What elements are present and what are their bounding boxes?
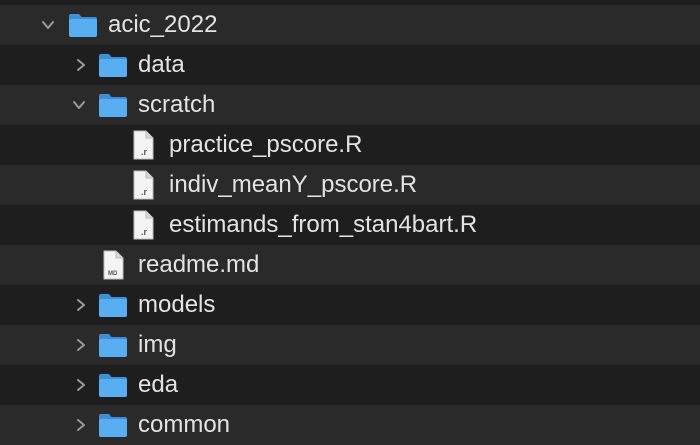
tree-row-label: common [138, 411, 231, 438]
file-icon-text: .r [141, 187, 148, 197]
file-icon-text: .r [141, 227, 148, 237]
tree-row-label: readme.md [138, 251, 260, 278]
tree-row-label: img [138, 331, 177, 358]
tree-row-img[interactable]: img [0, 325, 700, 365]
folder-icon [98, 331, 128, 359]
tree-row-label: data [138, 51, 185, 78]
file-icon-text: MD [108, 271, 118, 277]
tree-row-label: scratch [138, 91, 216, 118]
folder-icon [98, 371, 128, 399]
chevron-right-icon[interactable] [73, 377, 89, 393]
folder-icon [98, 411, 128, 439]
tree-row-label: practice_pscore.R [169, 131, 363, 158]
chevron-right-icon[interactable] [73, 297, 89, 313]
tree-row-common[interactable]: common [0, 405, 700, 445]
chevron-right-icon[interactable] [73, 337, 89, 353]
folder-icon [68, 11, 98, 39]
folder-icon [98, 91, 128, 119]
tree-row-label: eda [138, 371, 179, 398]
r-file-icon: .r [131, 130, 155, 160]
tree-row-practice-pscore-r[interactable]: .r practice_pscore.R [0, 125, 700, 165]
tree-row-scratch[interactable]: scratch [0, 85, 700, 125]
tree-row-label: models [138, 291, 216, 318]
tree-row-data[interactable]: data [0, 45, 700, 85]
chevron-down-icon[interactable] [40, 17, 56, 33]
markdown-file-icon: MD [101, 250, 125, 280]
file-icon-text: .r [141, 147, 148, 157]
chevron-down-icon[interactable] [71, 97, 87, 113]
tree-row-indiv-meany-pscore-r[interactable]: .r indiv_meanY_pscore.R [0, 165, 700, 205]
tree-row-label: acic_2022 [108, 11, 218, 38]
tree-row-readme-md[interactable]: MD readme.md [0, 245, 700, 285]
tree-row-estimands-from-stan4bart-r[interactable]: .r estimands_from_stan4bart.R [0, 205, 700, 245]
folder-icon [98, 291, 128, 319]
tree-row-acic-2022[interactable]: acic_2022 [0, 5, 700, 45]
tree-row-label: indiv_meanY_pscore.R [169, 171, 418, 198]
chevron-right-icon[interactable] [73, 57, 89, 73]
chevron-right-icon[interactable] [73, 417, 89, 433]
r-file-icon: .r [131, 210, 155, 240]
file-tree: acic_2022 data scratch .r practice_pscor [0, 0, 700, 445]
tree-row-eda[interactable]: eda [0, 365, 700, 405]
tree-row-models[interactable]: models [0, 285, 700, 325]
tree-row-label: estimands_from_stan4bart.R [169, 211, 478, 238]
r-file-icon: .r [131, 170, 155, 200]
folder-icon [98, 51, 128, 79]
